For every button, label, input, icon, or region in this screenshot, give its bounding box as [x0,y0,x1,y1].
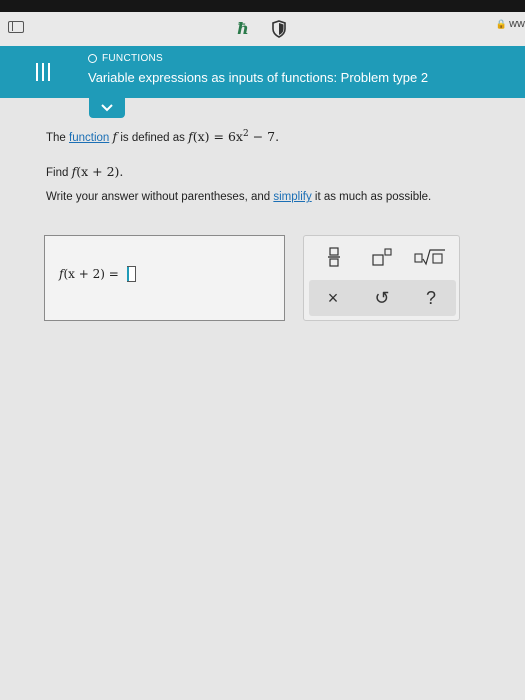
nth-root-button[interactable] [414,244,446,270]
menu-icon[interactable] [36,63,50,81]
topic-title: Variable expressions as inputs of functi… [88,70,429,85]
superscript-icon [372,248,392,266]
lock-icon: 🔒 [495,19,508,29]
find-text: Find [46,167,72,179]
answer-label: f(x + 2) = [59,267,119,281]
simplify-link[interactable]: simplify [273,191,311,203]
fraction-icon [328,247,340,267]
palette-action-row: × ↺ ? [309,280,456,316]
close-icon: × [327,287,339,308]
function-link[interactable]: function [69,132,109,144]
function-definition: f(x) = 6x2 − 7. [188,129,280,145]
instruction-text-2: it as much as possible. [311,191,432,203]
superscript-button[interactable] [366,244,398,270]
math-palette: × ↺ ? [303,235,460,321]
section-name: FUNCTIONS [102,53,164,64]
progress-circle-icon [88,54,97,63]
help-button[interactable]: ? [415,285,447,311]
problem-area: The function f is defined as f(x) = 6x2 … [0,98,525,700]
chevron-down-icon [101,104,113,112]
topic-header: FUNCTIONS Variable expressions as inputs… [0,46,525,98]
statement-text: The [46,132,70,145]
undo-icon: ↺ [374,287,390,308]
instruction-text: Write your answer without parentheses, a… [46,191,274,203]
find-line: Find f(x + 2). [46,164,123,179]
clear-button[interactable]: × [317,285,349,311]
problem-statement-line: The function f is defined as f(x) = 6x2 … [46,129,279,144]
browser-toolbar: ħ 🔒 ww [0,12,525,46]
find-expression: f(x + 2). [71,164,124,179]
url-text: ww [509,18,525,30]
h-extension-icon[interactable]: ħ [232,18,254,40]
statement-text-2: is defined as [117,132,189,145]
instruction-line: Write your answer without parentheses, a… [46,191,431,203]
shield-icon[interactable] [268,18,290,40]
help-icon: ? [425,287,436,308]
undo-button[interactable]: ↺ [366,285,398,311]
nth-root-icon [414,249,445,266]
collapse-header-button[interactable] [89,98,125,118]
url-field[interactable]: 🔒 ww [496,18,525,30]
answer-input[interactable] [127,266,136,282]
fraction-button[interactable] [318,244,350,270]
tabs-icon[interactable] [8,21,24,33]
answer-box: f(x + 2) = [44,235,285,321]
device-top-strip [0,0,525,12]
section-label: FUNCTIONS [88,53,163,64]
